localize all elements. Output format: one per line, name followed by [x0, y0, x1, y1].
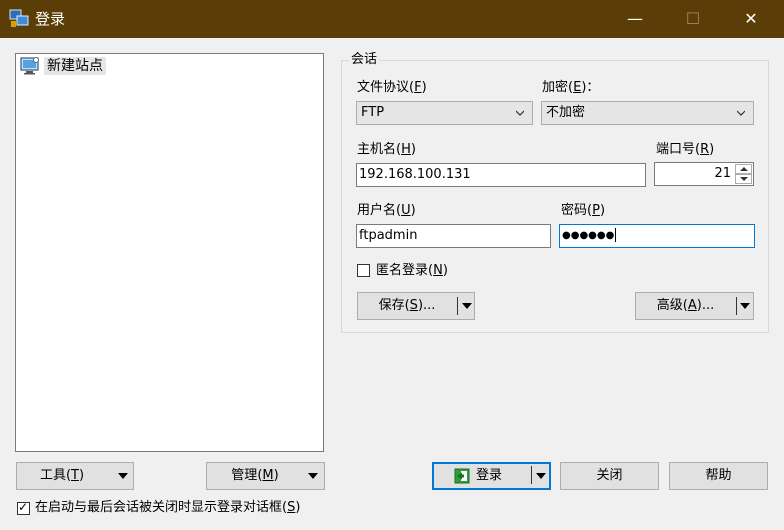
login-icon: [454, 468, 470, 484]
show-on-startup-checkbox[interactable]: [17, 500, 30, 515]
computer-icon: [20, 57, 39, 75]
tools-button-label: 工具(T): [39, 468, 85, 483]
session-group-title: 会话: [349, 52, 380, 68]
dropdown-arrow-icon: [118, 473, 128, 479]
protocol-label: 文件协议(F): [357, 80, 427, 95]
minimize-button[interactable]: —: [612, 0, 658, 38]
advanced-button-label: 高级(A)...: [656, 298, 715, 313]
chevron-down-icon: [516, 110, 524, 116]
close-button[interactable]: 关闭: [560, 462, 659, 490]
text-caret: [615, 228, 617, 242]
anonymous-login-checkbox[interactable]: [357, 264, 370, 277]
login-button-label: 登录: [476, 468, 503, 483]
password-input[interactable]: ●●●●●●: [559, 224, 755, 248]
split-separator: [736, 297, 737, 315]
tree-item-label: 新建站点: [44, 57, 106, 75]
dropdown-arrow-icon: [308, 473, 318, 479]
app-icon: [9, 9, 29, 27]
window-title: 登录: [35, 10, 66, 28]
help-button[interactable]: 帮助: [669, 462, 768, 490]
port-increment-button[interactable]: [735, 164, 752, 174]
dropdown-arrow-icon[interactable]: [740, 303, 750, 309]
tools-button[interactable]: 工具(T): [16, 462, 134, 490]
host-input[interactable]: 192.168.100.131: [356, 163, 646, 187]
split-separator: [457, 297, 458, 315]
encryption-label: 加密(E)：: [542, 80, 600, 95]
login-button[interactable]: 登录: [432, 462, 551, 490]
anonymous-login-label: 匿名登录(N): [376, 263, 448, 278]
site-tree[interactable]: 新建站点: [15, 53, 324, 452]
username-label: 用户名(U): [357, 203, 416, 218]
manage-button-label: 管理(M): [231, 468, 279, 483]
encryption-select[interactable]: 不加密: [541, 101, 754, 125]
manage-button[interactable]: 管理(M): [206, 462, 325, 490]
port-value: 21: [714, 166, 731, 181]
port-input[interactable]: 21: [654, 162, 754, 186]
tree-item-new-site[interactable]: 新建站点: [20, 56, 106, 76]
port-decrement-button[interactable]: [735, 174, 752, 184]
password-value: ●●●●●●: [562, 230, 615, 241]
show-on-startup-label: 在启动与最后会话被关闭时显示登录对话框(S): [35, 500, 301, 515]
dropdown-arrow-icon[interactable]: [536, 473, 546, 479]
username-input[interactable]: ftpadmin: [356, 224, 551, 248]
dropdown-arrow-icon[interactable]: [462, 303, 472, 309]
split-separator: [531, 466, 532, 484]
host-label: 主机名(H): [357, 142, 416, 157]
chevron-down-icon: [737, 110, 745, 116]
advanced-button[interactable]: 高级(A)...: [635, 292, 754, 320]
port-label: 端口号(R): [656, 142, 715, 157]
save-button[interactable]: 保存(S)...: [357, 292, 475, 320]
title-bar[interactable]: 登录 — ☐ ✕: [0, 0, 784, 38]
maximize-button[interactable]: ☐: [670, 0, 716, 38]
close-window-button[interactable]: ✕: [728, 0, 774, 38]
encryption-value: 不加密: [546, 105, 586, 120]
password-label: 密码(P): [561, 203, 606, 218]
save-button-label: 保存(S)...: [378, 298, 436, 313]
protocol-select[interactable]: FTP: [356, 101, 533, 125]
protocol-value: FTP: [361, 105, 385, 120]
